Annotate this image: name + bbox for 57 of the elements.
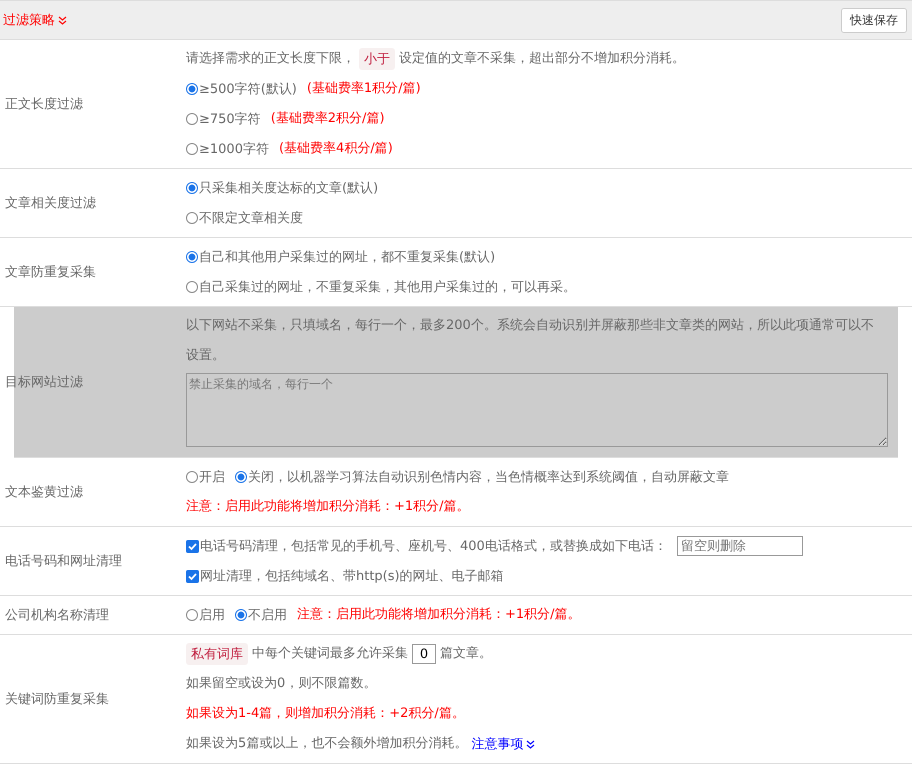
radio-icon[interactable] xyxy=(186,143,198,155)
row-label: 关键词防重复采集 xyxy=(5,691,109,708)
description-text: 篇文章。 xyxy=(440,645,492,663)
description-text: 如果设为5篇或以上，也不会额外增加积分消耗。 xyxy=(186,735,468,753)
warning-text: 注意：启用此功能将增加积分消耗：+1积分/篇。 xyxy=(186,498,470,516)
row-label: 文章相关度过滤 xyxy=(5,195,96,212)
description-text: 如果留空或设为0，则不限篇数。 xyxy=(186,675,376,693)
radio-option[interactable]: 自己采集过的网址，不重复采集，其他用户采集过的，可以再采。 xyxy=(186,278,576,296)
radio-option[interactable]: 开启 xyxy=(186,468,225,486)
warning-text: (基础费率4积分/篇) xyxy=(278,140,393,158)
checkbox-option[interactable]: 电话号码清理，包括常见的手机号、座机号、400电话格式，或替换成如下电话： xyxy=(186,537,667,555)
section-title[interactable]: 过滤策略 xyxy=(3,11,67,29)
row-label: 文章防重复采集 xyxy=(5,264,96,281)
description-text: 请选择需求的正文长度下限， xyxy=(186,50,355,68)
radio-icon[interactable] xyxy=(186,281,198,293)
radio-icon[interactable] xyxy=(186,609,198,621)
count-input-field[interactable]: 0 xyxy=(412,644,436,664)
radio-icon[interactable] xyxy=(186,471,198,483)
radio-option[interactable]: ≥1000字符 xyxy=(186,140,269,158)
row-label: 目标网站过滤 xyxy=(5,374,83,391)
radio-option[interactable]: 自己和其他用户采集过的网址，都不重复采集(默认) xyxy=(186,248,496,266)
warning-text: 注意：启用此功能将增加积分消耗：+1积分/篇。 xyxy=(297,606,581,624)
radio-option[interactable]: 不限定文章相关度 xyxy=(186,209,303,227)
description-text: 设定值的文章不采集，超出部分不增加积分消耗。 xyxy=(399,50,685,68)
row-label: 电话号码和网址清理 xyxy=(5,553,122,570)
row-label: 正文长度过滤 xyxy=(5,96,83,113)
expand-icon xyxy=(58,16,67,24)
description-text: 以下网站不采集，只填域名，每行一个，最多200个。系统会自动识别并屏蔽那些非文章类的网站，所以此项通常可以不设置。 xyxy=(186,317,875,365)
radio-icon[interactable] xyxy=(186,83,198,95)
radio-option[interactable]: ≥500字符(默认) xyxy=(186,80,297,98)
radio-option[interactable]: 只采集相关度达标的文章(默认) xyxy=(186,179,378,197)
radio-icon[interactable] xyxy=(186,212,198,224)
radio-option[interactable]: 不启用 xyxy=(235,606,287,624)
tag-label: 私有词库 xyxy=(186,643,248,665)
checkbox-icon[interactable] xyxy=(186,570,199,582)
radio-icon[interactable] xyxy=(186,182,198,194)
phone-input-field[interactable]: 留空则删除 xyxy=(676,536,803,556)
radio-option[interactable]: 关闭，以机器学习算法自动识别色情内容，当色情概率达到系统阈值，自动屏蔽文章 xyxy=(235,468,729,486)
notes-link[interactable]: 注意事项 xyxy=(471,735,536,753)
tag-label: 小于 xyxy=(359,48,395,70)
radio-icon[interactable] xyxy=(235,471,247,483)
radio-icon[interactable] xyxy=(235,609,247,621)
caret-icon xyxy=(526,740,536,748)
description-text: 中每个关键词最多允许采集 xyxy=(252,645,408,663)
warning-text: 如果设为1-4篇，则增加积分消耗：+2积分/篇。 xyxy=(186,705,465,723)
radio-icon[interactable] xyxy=(186,251,198,263)
warning-text: (基础费率2积分/篇) xyxy=(270,110,385,128)
row-label: 公司机构名称清理 xyxy=(5,607,109,624)
quick-save-button[interactable]: 快速保存 xyxy=(841,8,907,32)
domain-textarea[interactable]: 禁止采集的域名，每行一个 xyxy=(186,373,888,447)
radio-icon[interactable] xyxy=(186,113,198,125)
radio-option[interactable]: 启用 xyxy=(186,606,225,624)
radio-option[interactable]: ≥750字符 xyxy=(186,110,261,128)
row-label: 文本鉴黄过滤 xyxy=(5,484,83,501)
checkbox-icon[interactable] xyxy=(186,540,199,552)
warning-text: (基础费率1积分/篇) xyxy=(306,80,421,98)
checkbox-option[interactable]: 网址清理，包括纯域名、带http(s)的网址、电子邮箱 xyxy=(186,567,504,585)
